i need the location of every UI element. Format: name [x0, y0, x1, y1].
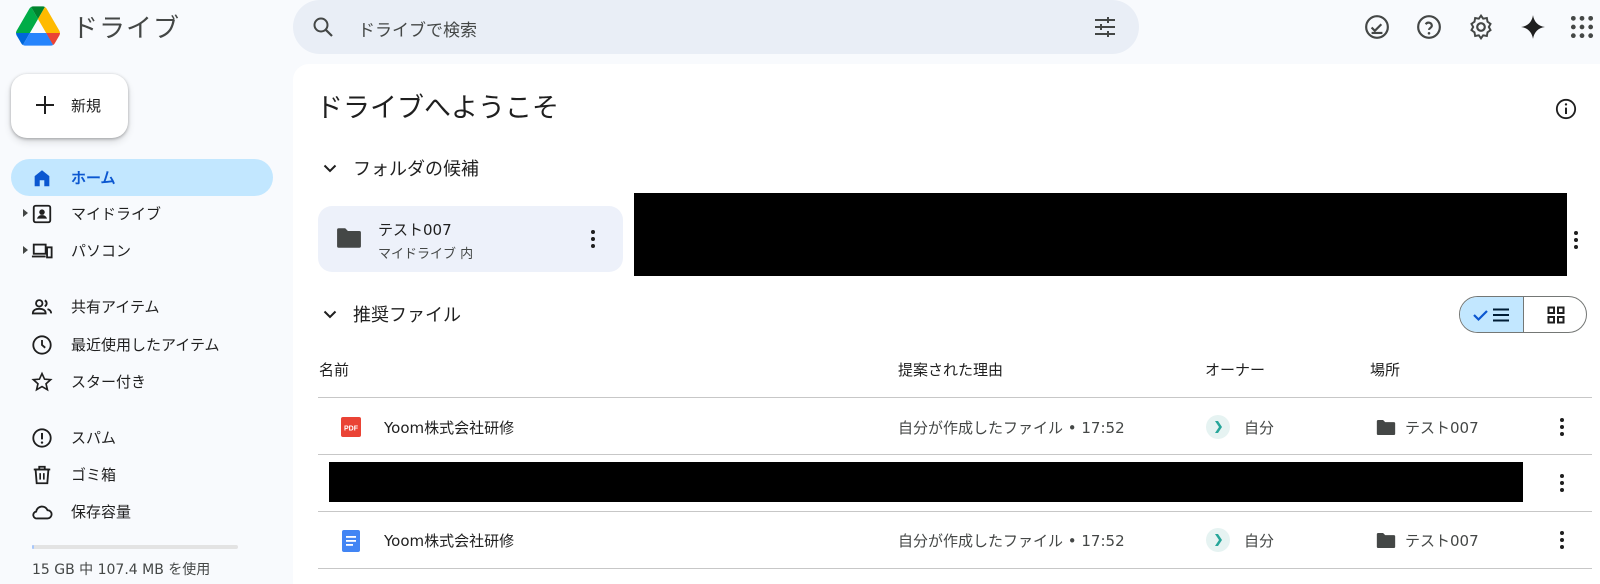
- my-drive-icon: [32, 204, 52, 224]
- offline-check-icon[interactable]: [1364, 14, 1390, 40]
- recent-icon: [32, 335, 52, 355]
- sidebar-item-home[interactable]: ホーム: [11, 159, 273, 196]
- main-content: [293, 64, 1600, 584]
- column-header-reason[interactable]: 提案された理由: [898, 359, 1003, 380]
- help-icon[interactable]: [1416, 14, 1442, 40]
- sidebar-item-computers[interactable]: パソコン: [11, 232, 273, 269]
- list-view-button[interactable]: [1460, 297, 1524, 332]
- avatar: [1206, 415, 1230, 439]
- avatar: [1206, 528, 1230, 552]
- divider: [318, 454, 1592, 455]
- gemini-icon[interactable]: [1520, 14, 1546, 40]
- grid-view-button[interactable]: [1524, 297, 1586, 332]
- folder-icon: [1376, 533, 1396, 548]
- sidebar-item-spam[interactable]: スパム: [11, 419, 273, 456]
- recommended-files-heading[interactable]: 推奨ファイル: [353, 301, 461, 327]
- expand-arrow-icon[interactable]: [23, 246, 28, 254]
- folder-icon: [1376, 420, 1396, 435]
- page-title: ドライブへようこそ: [316, 93, 559, 124]
- file-name[interactable]: Yoom株式会社研修: [384, 530, 514, 551]
- home-icon: [34, 170, 50, 187]
- folder-suggestions-heading[interactable]: フォルダの候補: [353, 155, 479, 181]
- pdf-file-icon: PDF: [341, 417, 361, 437]
- sidebar-item-label: スパム: [71, 429, 117, 447]
- more-vert-icon[interactable]: [1566, 229, 1586, 251]
- spam-icon: [32, 428, 52, 448]
- search-input[interactable]: ドライブで検索: [358, 16, 477, 41]
- sidebar-item-my-drive[interactable]: マイドライブ: [11, 195, 273, 232]
- chevron-down-icon[interactable]: [322, 160, 338, 176]
- file-reason: 自分が作成したファイル • 17:52: [898, 419, 1125, 437]
- column-header-location[interactable]: 場所: [1370, 359, 1400, 380]
- filter-icon[interactable]: [1093, 15, 1117, 39]
- redacted-row: [329, 462, 1523, 502]
- sidebar-item-recent[interactable]: 最近使用したアイテム: [11, 326, 273, 363]
- sidebar-item-trash[interactable]: ゴミ箱: [11, 456, 273, 493]
- shared-icon: [31, 299, 53, 315]
- svg-text:PDF: PDF: [344, 426, 359, 433]
- new-button-label: 新規: [71, 97, 102, 115]
- redacted-region: [634, 193, 1567, 276]
- file-name[interactable]: Yoom株式会社研修: [384, 417, 514, 438]
- search-bar[interactable]: ドライブで検索: [293, 0, 1139, 54]
- folder-icon: [337, 228, 361, 248]
- more-vert-icon[interactable]: [1552, 472, 1572, 494]
- sidebar-item-label: 保存容量: [71, 503, 132, 521]
- sidebar-item-label: パソコン: [71, 242, 132, 260]
- storage-bar: [32, 545, 238, 549]
- sidebar-item-label: 最近使用したアイテム: [71, 336, 220, 354]
- file-owner: 自分: [1244, 419, 1275, 437]
- settings-icon[interactable]: [1468, 14, 1494, 40]
- sidebar-item-label: スター付き: [71, 373, 147, 391]
- search-icon[interactable]: [311, 15, 335, 39]
- file-location[interactable]: テスト007: [1405, 530, 1479, 551]
- computers-icon: [31, 243, 53, 259]
- sidebar-item-shared[interactable]: 共有アイテム: [11, 288, 273, 325]
- plus-icon: [36, 96, 54, 114]
- new-button[interactable]: 新規: [11, 74, 128, 138]
- storage-bar-fill: [32, 545, 34, 549]
- apps-grid-icon[interactable]: [1569, 14, 1595, 40]
- sidebar-item-label: 共有アイテム: [71, 298, 160, 316]
- list-view-icon: [1473, 308, 1509, 322]
- drive-logo[interactable]: [16, 6, 60, 46]
- divider: [318, 568, 1592, 569]
- column-header-owner[interactable]: オーナー: [1205, 359, 1265, 380]
- google-docs-icon: [342, 530, 360, 552]
- cloud-icon: [32, 505, 53, 520]
- sidebar-item-label: ゴミ箱: [71, 466, 117, 484]
- sidebar-item-label: マイドライブ: [71, 205, 162, 223]
- more-vert-icon[interactable]: [1552, 529, 1572, 551]
- expand-arrow-icon[interactable]: [23, 209, 28, 217]
- file-location[interactable]: テスト007: [1405, 417, 1479, 438]
- chevron-down-icon[interactable]: [322, 306, 338, 322]
- column-header-name[interactable]: 名前: [319, 359, 349, 380]
- folder-name: テスト007: [378, 221, 452, 239]
- folder-location: マイドライブ 内: [378, 247, 474, 262]
- sidebar-item-label: ホーム: [71, 169, 116, 187]
- trash-icon: [33, 465, 51, 485]
- sidebar-item-starred[interactable]: スター付き: [11, 363, 273, 400]
- grid-view-icon: [1547, 306, 1565, 324]
- more-vert-icon[interactable]: [1552, 416, 1572, 438]
- storage-usage-text: 15 GB 中 107.4 MB を使用: [32, 562, 211, 578]
- star-icon: [31, 371, 53, 392]
- folder-card[interactable]: テスト007 マイドライブ 内: [318, 206, 623, 272]
- info-icon[interactable]: [1555, 98, 1577, 120]
- file-owner: 自分: [1244, 532, 1275, 550]
- more-vert-icon[interactable]: [583, 228, 603, 250]
- app-title: ドライブ: [72, 14, 181, 44]
- file-reason: 自分が作成したファイル • 17:52: [898, 532, 1125, 550]
- view-toggle[interactable]: [1459, 296, 1587, 333]
- sidebar-item-storage[interactable]: 保存容量: [11, 493, 273, 530]
